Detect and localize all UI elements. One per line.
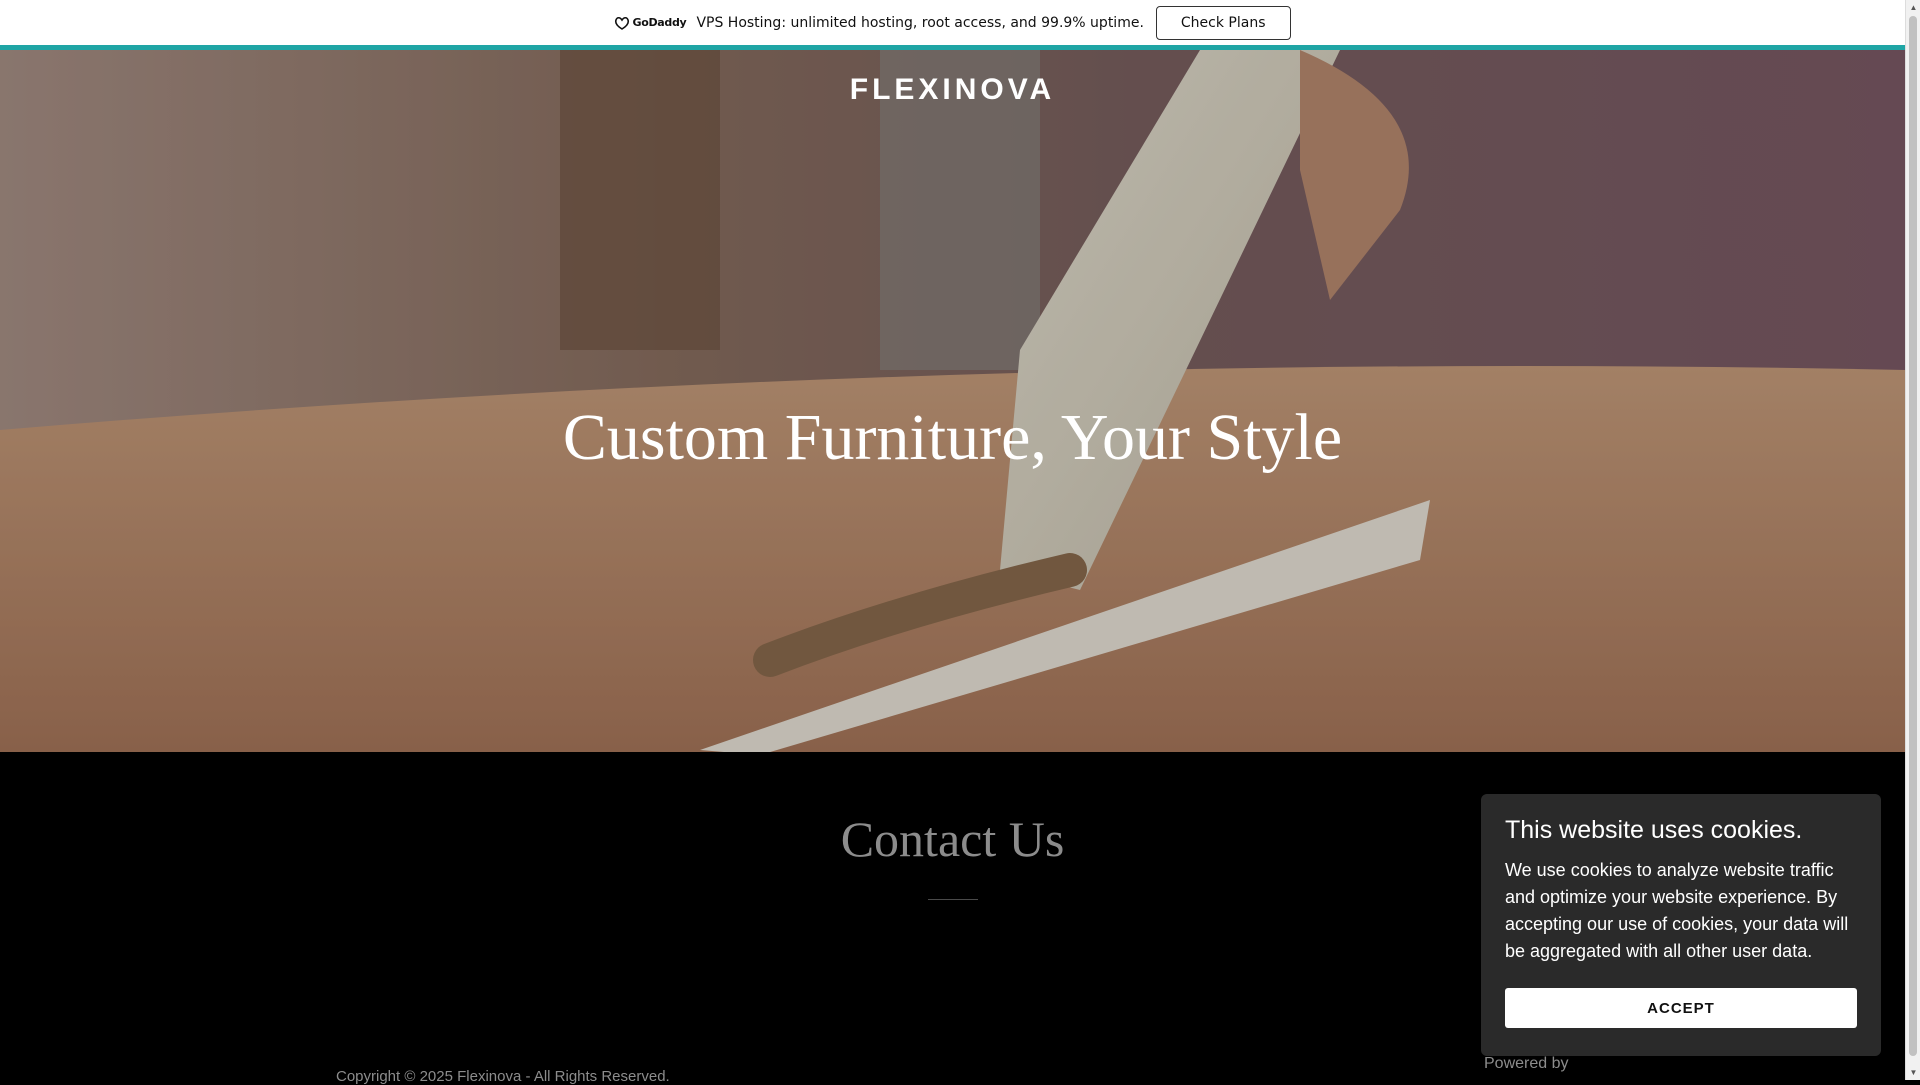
powered-by-text: Powered by [1484,1055,1569,1072]
scroll-up-arrow-icon[interactable]: ▲ [1906,0,1920,15]
accept-cookies-button[interactable]: ACCEPT [1505,988,1857,1028]
check-plans-button[interactable]: Check Plans [1155,5,1291,40]
godaddy-logo-text: GoDaddy [632,16,687,29]
cookie-title: This website uses cookies. [1505,816,1803,844]
contact-divider [928,899,978,900]
site-brand[interactable]: FLEXINOVA [0,73,1905,107]
cookie-body: We use cookies to analyze website traffi… [1505,860,1849,961]
hero-section: FLEXINOVA Custom Furniture, Your Style [0,50,1905,752]
hero-headline: Custom Furniture, Your Style [562,401,1343,474]
godaddy-logo-icon [615,16,630,30]
scrollbar-thumb[interactable] [1909,16,1917,1056]
scroll-down-arrow-icon[interactable]: ▼ [1906,1065,1920,1080]
cookie-banner: This website uses cookies. We use cookie… [1481,794,1881,1056]
copyright-text: Copyright © 2025 Flexinova - All Rights … [336,1068,670,1085]
page-scrollbar[interactable]: ▲ ▼ [1905,0,1920,1080]
promo-text: VPS Hosting: unlimited hosting, root acc… [696,14,1144,31]
promo-bar: GoDaddy VPS Hosting: unlimited hosting, … [0,0,1905,50]
godaddy-logo[interactable]: GoDaddy [614,16,687,30]
